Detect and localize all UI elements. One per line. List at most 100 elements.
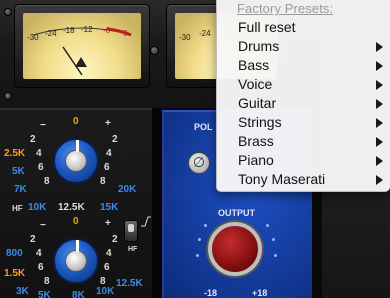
tick-6: 6 <box>104 262 110 273</box>
menu-header: Factory Presets: <box>237 1 334 16</box>
tick-zero: 0 <box>73 216 79 227</box>
freq-label: 1.5K <box>4 268 26 279</box>
submenu-arrow-icon <box>376 118 383 128</box>
menu-item-guitar[interactable]: Guitar <box>217 94 390 113</box>
submenu-arrow-icon <box>376 156 383 166</box>
tick-8: 8 <box>44 276 50 287</box>
shelf-curve-icon <box>141 216 151 227</box>
menu-item-piano[interactable]: Piano <box>217 151 390 170</box>
menu-item-drums[interactable]: Drums <box>217 37 390 56</box>
menu-item-label: Guitar <box>238 95 277 111</box>
scale-dot <box>272 238 275 241</box>
scale-dot <box>196 254 199 257</box>
scale-dot <box>204 224 207 227</box>
knob-cap <box>65 150 87 172</box>
knob-cap <box>65 250 87 272</box>
tick-4: 4 <box>36 248 42 259</box>
scale-dot <box>266 224 269 227</box>
menu-item-label: Drums <box>238 38 280 54</box>
vu-tick-label: -24 <box>199 29 211 38</box>
tick-6: 6 <box>38 162 44 173</box>
tick-6: 6 <box>104 162 110 173</box>
meter-led <box>150 46 159 55</box>
menu-item-label: Strings <box>238 114 282 130</box>
menu-item-label: Tony Maserati <box>238 171 326 187</box>
freq-label: 20K <box>118 184 137 195</box>
vu-meter-left: -30 -24 -18 -12 -6 0 <box>14 4 150 88</box>
vu-tick-label: -18 <box>63 26 75 35</box>
polarity-icon: ∅ <box>192 155 206 171</box>
menu-item-label: Full reset <box>238 19 296 35</box>
freq-label: 3K <box>16 286 29 297</box>
vu-tick-label: -24 <box>45 29 57 38</box>
vu-meter-face: -30 -24 -18 -12 -6 0 <box>23 13 141 79</box>
menu-item-label: Bass <box>238 57 270 73</box>
vu-tick-label: -30 <box>27 33 39 42</box>
menu-item-bass[interactable]: Bass <box>217 56 390 75</box>
vu-tick-label: 0 <box>123 29 128 38</box>
scale-dot <box>198 238 201 241</box>
freq-label: 7K <box>14 184 27 195</box>
tick-4: 4 <box>36 148 42 159</box>
knob-pointer <box>76 240 79 252</box>
submenu-arrow-icon <box>376 137 383 147</box>
tick-plus: + <box>105 218 111 229</box>
eq-panel: − 0 + 2 2 4 4 6 6 8 8 2.5K 5K 7K 10K 12.… <box>0 108 152 298</box>
freq-label: 5K <box>12 166 25 177</box>
tick-6: 6 <box>38 262 44 273</box>
output-max-label: +18 <box>252 288 268 298</box>
tick-zero: 0 <box>73 116 79 127</box>
tick-4: 4 <box>106 148 112 159</box>
menu-item-strings[interactable]: Strings <box>217 113 390 132</box>
menu-item-label: Brass <box>238 133 274 149</box>
hf-gain-knob[interactable] <box>53 138 99 184</box>
output-min-label: -18 <box>204 288 218 298</box>
panel-divider <box>152 108 162 298</box>
freq-label: 800 <box>6 248 23 259</box>
plugin-window: -30 -24 -18 -12 -6 0 -30 -24 − 0 + 2 2 4… <box>0 0 390 298</box>
mid-gain-knob[interactable] <box>53 238 99 284</box>
vu-tick-label: -12 <box>81 25 93 34</box>
tick-4: 4 <box>106 248 112 259</box>
freq-label: 10K <box>96 286 115 297</box>
pol-label: POL <box>194 122 213 132</box>
submenu-arrow-icon <box>376 99 383 109</box>
menu-item-label: Voice <box>238 76 273 92</box>
tick-plus: + <box>105 118 111 129</box>
vu-tick-label: -30 <box>179 33 191 42</box>
output-knob[interactable] <box>208 222 262 276</box>
polarity-button[interactable]: ∅ <box>188 152 210 174</box>
tick-minus: − <box>40 220 46 231</box>
menu-item-brass[interactable]: Brass <box>217 132 390 151</box>
hf-switch-label: HF <box>128 246 138 253</box>
output-label: OUTPUT <box>218 208 255 218</box>
factory-presets-menu: Factory Presets: Full reset Drums Bass V… <box>216 0 390 192</box>
hf-switch[interactable] <box>124 220 138 242</box>
submenu-arrow-icon <box>376 175 383 185</box>
freq-label: 10K <box>28 202 47 213</box>
submenu-arrow-icon <box>376 80 383 90</box>
tick-2: 2 <box>112 134 118 145</box>
tick-8: 8 <box>100 176 106 187</box>
menu-item-label: Piano <box>238 152 274 168</box>
freq-label: 12.5K <box>58 202 85 213</box>
freq-label: 12.5K <box>116 278 143 289</box>
freq-label: 15K <box>100 202 119 213</box>
screw <box>4 92 12 100</box>
menu-item-full-reset[interactable]: Full reset <box>217 18 390 37</box>
freq-label: 5K <box>38 290 51 298</box>
vu-scale-arc <box>32 27 132 76</box>
freq-label: 8K <box>72 290 85 298</box>
tick-2: 2 <box>112 234 118 245</box>
tick-8: 8 <box>44 176 50 187</box>
scale-dot <box>274 254 277 257</box>
freq-label: 2.5K <box>4 148 26 159</box>
submenu-arrow-icon <box>376 61 383 71</box>
hf-band-label: HF <box>12 204 23 213</box>
screw <box>4 8 12 16</box>
tick-2: 2 <box>30 234 36 245</box>
tick-minus: − <box>40 120 46 131</box>
menu-item-voice[interactable]: Voice <box>217 75 390 94</box>
vu-tick-label: -6 <box>103 26 111 35</box>
menu-item-tony-maserati[interactable]: Tony Maserati <box>217 170 390 189</box>
